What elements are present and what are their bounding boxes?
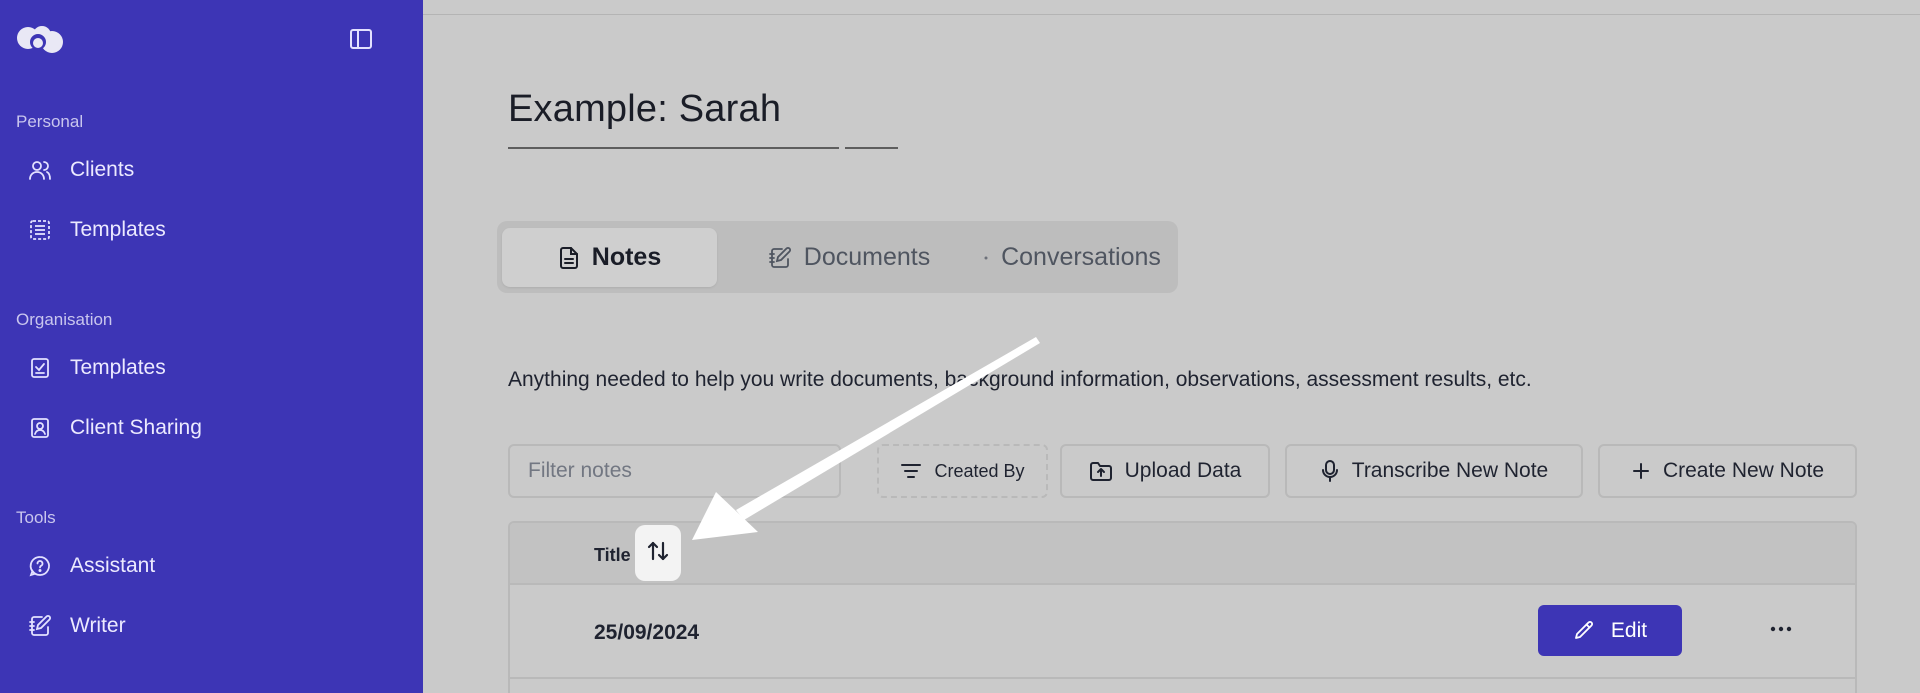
tab-documents[interactable]: Documents [749,228,949,287]
more-options-icon[interactable] [1766,617,1796,641]
title-underline [508,147,839,149]
sidebar-item-label: Templates [70,218,166,241]
sidebar-item-label: Assistant [70,554,156,577]
pencil-icon [1573,620,1595,642]
sidebar-item-clients[interactable]: Clients [28,150,134,190]
button-label: Create New Note [1662,459,1825,482]
tab-notes[interactable]: Notes [502,228,717,287]
plus-icon [1631,461,1651,481]
notes-table: Title 25/09/2024 Edit [508,521,1857,693]
column-header-title[interactable]: Title [594,545,631,566]
upload-data-button[interactable]: Upload Data [1060,444,1270,498]
button-label: Edit [1610,618,1648,642]
app-logo[interactable] [16,24,66,54]
button-label: Transcribe New Note [1351,459,1549,482]
notes-description: Anything needed to help you write docume… [508,368,1532,391]
table-header: Title [510,523,1855,585]
title-underline-secondary [845,147,898,149]
notebook-pen-icon [768,246,792,270]
sort-button[interactable] [635,525,681,581]
tab-label: Conversations [1001,243,1161,271]
sidebar-item-client-sharing[interactable]: Client Sharing [28,408,202,448]
sidebar-item-writer[interactable]: Writer [28,606,126,646]
filter-notes-input[interactable] [508,444,841,498]
button-label: Created By [934,460,1025,481]
tab-label: Documents [803,243,931,271]
created-by-filter-button[interactable]: Created By [877,444,1048,498]
note-title: 25/09/2024 [594,621,700,644]
section-label-personal: Personal [16,112,84,131]
button-label: Upload Data [1124,459,1242,482]
sidebar-item-templates-org[interactable]: Templates [28,348,166,388]
page-title[interactable]: Example: Sarah [508,88,781,131]
sidebar-item-templates-personal[interactable]: Templates [28,210,166,250]
sidebar-toggle-icon[interactable] [349,28,373,50]
sort-arrows-icon [646,539,670,568]
dot-icon [983,255,989,261]
list-icon [28,218,52,242]
sidebar-item-label: Writer [70,614,126,637]
tab-label: Notes [591,243,662,271]
tab-bar: Notes Documents Conversations [497,221,1178,293]
users-icon [28,158,52,182]
sidebar: Personal Clients Templates Organisation [0,0,423,693]
help-chat-icon [28,554,52,578]
header-divider [423,14,1920,15]
sidebar-item-label: Templates [70,356,166,379]
sidebar-item-label: Client Sharing [70,416,202,439]
table-row[interactable]: 25/09/2024 Edit [510,585,1855,679]
sidebar-item-assistant[interactable]: Assistant [28,546,155,586]
sidebar-item-label: Clients [70,158,135,181]
filter-icon [900,462,922,480]
file-text-icon [558,246,580,270]
contact-book-icon [28,416,52,440]
create-new-note-button[interactable]: Create New Note [1598,444,1857,498]
section-label-organisation: Organisation [16,310,113,329]
microphone-icon [1320,459,1340,483]
edit-button[interactable]: Edit [1538,605,1682,656]
folder-upload-icon [1089,460,1113,482]
section-label-tools: Tools [16,508,56,527]
notebook-pen-icon [28,614,52,638]
tab-conversations[interactable]: Conversations [972,228,1172,287]
transcribe-new-note-button[interactable]: Transcribe New Note [1285,444,1583,498]
checklist-icon [28,356,52,380]
